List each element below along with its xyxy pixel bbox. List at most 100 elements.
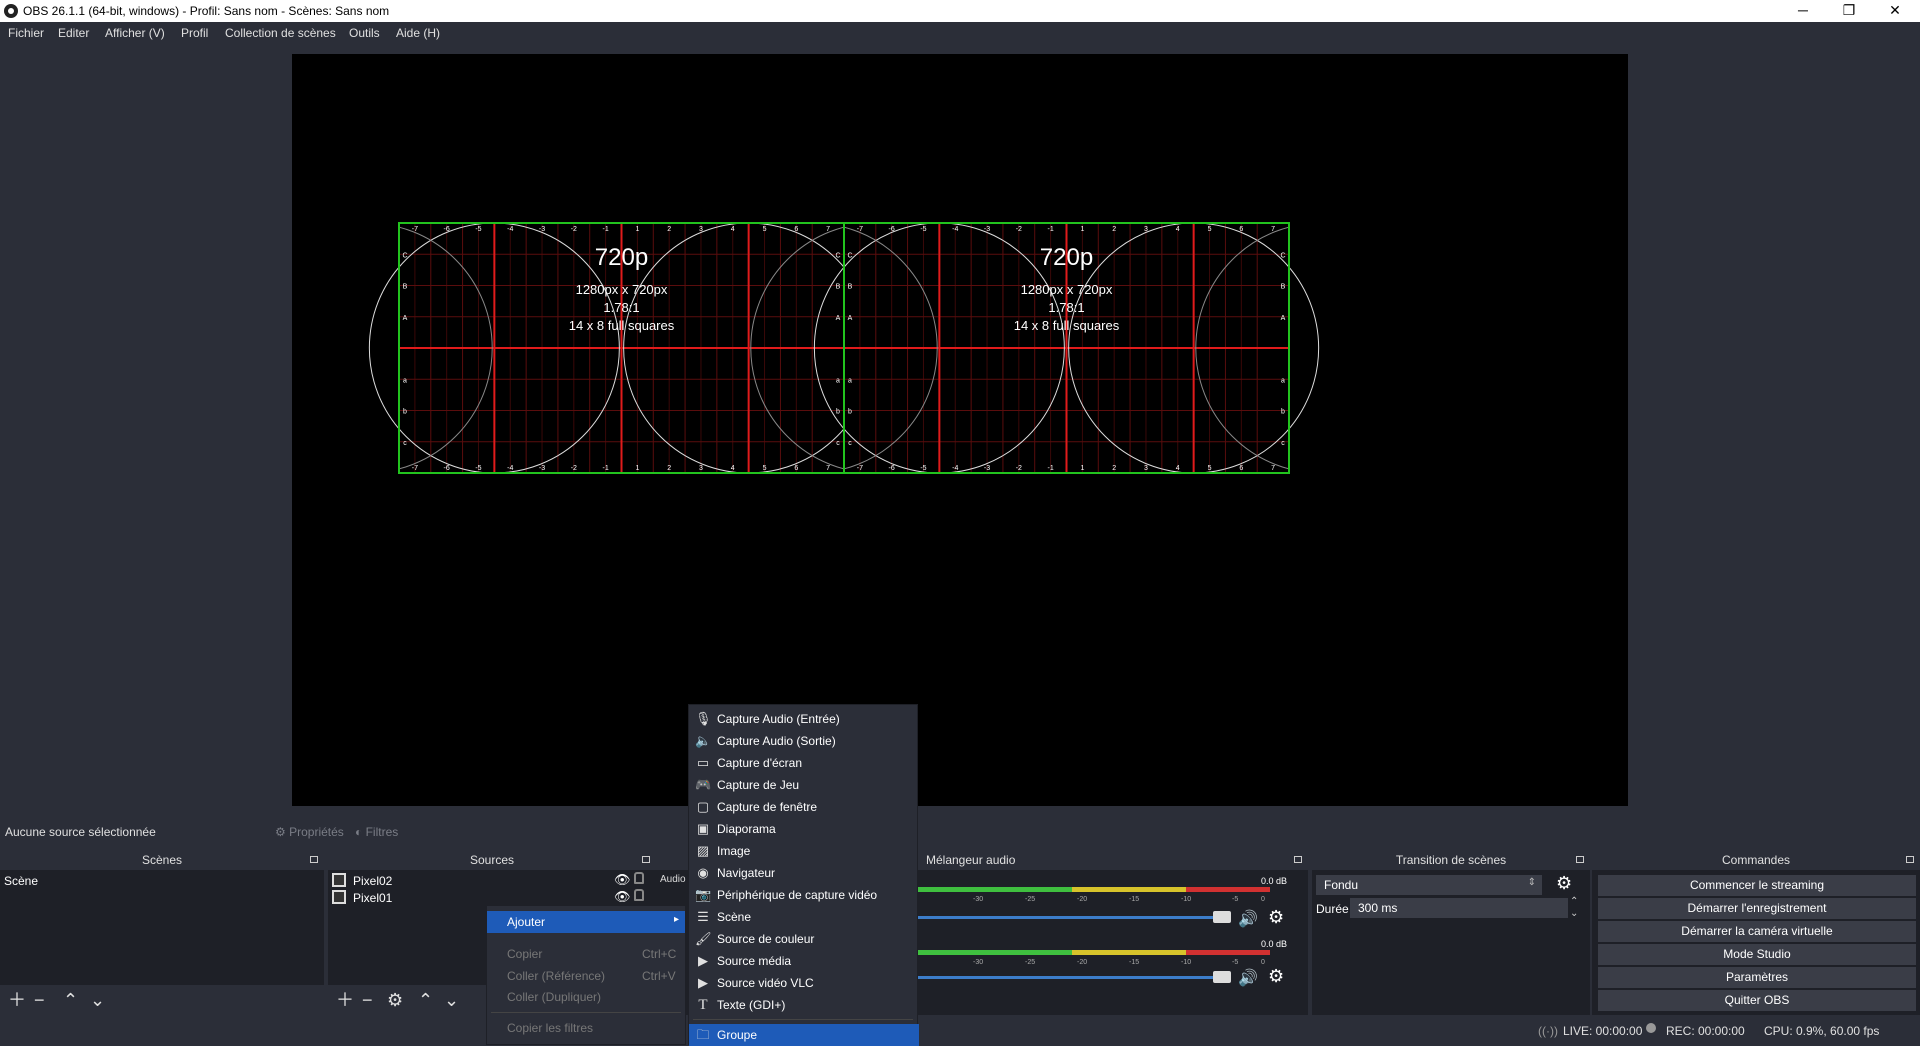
gear-icon[interactable]: ⚙ [1556,873,1572,894]
source-item[interactable]: Pixel01 👁 [332,889,652,906]
settings-button[interactable]: Paramètres [1598,967,1916,988]
start-virtual-camera-button[interactable]: Démarrer la caméra virtuelle [1598,921,1916,942]
speaker-icon[interactable]: 🔊 [1238,909,1258,929]
paste-shortcut: Ctrl+V [642,969,676,983]
menu-scene-collection[interactable]: Collection de scènes [225,26,336,40]
scale-tick: -15 [1129,959,1140,966]
preview-area[interactable]: -7 -7 -6 -6 -5 -5 -4 -4 -3 -3 -2 -2 -1 -1 1 1 2 2 3 3 4 4 5 5 6 6… [0,44,1920,812]
preview-canvas[interactable]: -7 -7 -6 -6 -5 -5 -4 -4 -3 -3 -2 -2 -1 -1 1 1 2 2 3 3 4 4 5 5 6 6… [292,54,1628,806]
add-source-button[interactable]: ＋ [336,991,354,1009]
undock-icon[interactable] [1576,856,1584,863]
duration-stepper[interactable]: ⌃ ⌄ [1570,896,1578,920]
menu-tools[interactable]: Outils [349,26,380,40]
speaker-icon[interactable]: 🔊 [1238,968,1258,988]
start-streaming-button[interactable]: Commencer le streaming [1598,875,1916,896]
minimize-button[interactable]: ─ [1780,0,1826,22]
column-label: 4 [1176,226,1180,233]
menu-bar: Fichier Editer Afficher (V) Profil Colle… [0,22,1920,44]
add-color-source[interactable]: 🖌 Source de couleur [689,928,919,950]
menu-help[interactable]: Aide (H) [396,26,440,40]
lock-icon[interactable] [634,889,644,901]
scale-tick: -10 [1181,959,1192,966]
close-button[interactable]: ✕ [1872,0,1918,22]
copy-menu-item[interactable]: Copier [507,947,542,961]
volume-slider[interactable] [918,916,1226,919]
move-down-icon[interactable]: ⌄ [444,991,459,1009]
volume-slider-handle[interactable] [1213,971,1231,983]
remove-scene-button[interactable]: − [34,991,45,1009]
studio-mode-button[interactable]: Mode Studio [1598,944,1916,965]
submenu-label: Capture de Jeu [717,778,800,792]
gear-icon[interactable]: ⚙ [1268,966,1284,987]
add-vlc-video-source[interactable]: ▶ Source vidéo VLC [689,972,919,994]
properties-button[interactable]: ⚙ Propriétés [275,825,344,839]
start-recording-button[interactable]: Démarrer l'enregistrement [1598,898,1916,919]
scale-tick: 0 [1261,959,1265,966]
menu-profile[interactable]: Profil [181,26,208,40]
column-label: -7 [857,226,863,233]
menu-file[interactable]: Fichier [8,26,44,40]
add-scene[interactable]: ☰ Scène [689,906,919,928]
menu-edit[interactable]: Editer [58,26,89,40]
window-icon: ▢ [696,799,710,814]
column-label: -2 [571,226,577,233]
remove-source-button[interactable]: − [362,991,373,1009]
scene-item[interactable]: Scène [4,874,38,888]
column-label: 7 [826,226,830,233]
add-media-source[interactable]: ▶ Source média [689,950,919,972]
source-item[interactable]: Pixel02 👁 [332,872,652,889]
undock-icon[interactable] [642,856,650,863]
copy-filters-menu-item[interactable]: Copier les filtres [507,1021,593,1035]
row-label: A [1281,315,1286,322]
volume-slider-handle[interactable] [1213,911,1231,923]
visibility-eye-icon[interactable]: 👁 [614,872,631,888]
add-text-gdi[interactable]: T Texte (GDI+) [689,994,919,1016]
filters-button[interactable]: ◐ Filtres [355,825,398,839]
paste-reference-menu-item[interactable]: Coller (Référence) [507,969,605,983]
menu-view[interactable]: Afficher (V) [105,26,165,40]
column-label: -5 [475,465,481,472]
volume-slider[interactable] [918,976,1226,979]
scale-tick: -15 [1129,896,1140,903]
tile-squares: 14 x 8 full squares [569,318,675,333]
column-label: 6 [1239,226,1243,233]
paste-duplicate-menu-item[interactable]: Coller (Dupliquer) [507,990,601,1004]
move-down-icon[interactable]: ⌄ [90,991,105,1009]
chevron-updown-icon: ⇕ [1527,877,1536,888]
move-up-icon[interactable]: ⌃ [63,991,78,1009]
column-label: -1 [602,465,608,472]
undock-icon[interactable] [1294,856,1302,863]
scale-tick: -30 [973,959,984,966]
sources-title: Sources [469,853,515,867]
move-up-icon[interactable]: ⌃ [418,991,433,1009]
exit-button[interactable]: Quitter OBS [1598,990,1916,1011]
maximize-button[interactable]: ❐ [1826,0,1872,22]
duration-input[interactable]: 300 ms [1350,898,1568,918]
add-browser[interactable]: ◉ Navigateur [689,862,919,884]
add-game-capture[interactable]: 🎮 Capture de Jeu [689,774,919,796]
add-audio-input-capture[interactable]: 🎙 Capture Audio (Entrée) [689,708,919,730]
gear-icon[interactable]: ⚙ [1268,907,1284,928]
volume-meter-yellow [1072,887,1186,892]
undock-icon[interactable] [1906,856,1914,863]
column-label: -3 [539,465,545,472]
source-properties-gear-icon[interactable]: ⚙ [387,991,403,1009]
add-window-capture[interactable]: ▢ Capture de fenêtre [689,796,919,818]
column-label: -6 [889,465,895,472]
column-label: 4 [731,226,735,233]
add-display-capture[interactable]: ▭ Capture d'écran [689,752,919,774]
add-audio-output-capture[interactable]: 🔈 Capture Audio (Sortie) [689,730,919,752]
lock-icon[interactable] [634,872,644,884]
add-image[interactable]: ▨ Image [689,840,919,862]
add-video-capture-device[interactable]: 📷 Périphérique de capture vidéo [689,884,919,906]
add-menu-item[interactable]: Ajouter ▸ [487,911,685,933]
audio-tab-label[interactable]: Audio [660,874,686,885]
add-slideshow[interactable]: ▣ Diaporama [689,818,919,840]
column-label: 6 [794,226,798,233]
undock-icon[interactable] [310,856,318,863]
tile-aspect-ratio: 1.78:1 [1048,300,1084,315]
add-group[interactable]: 🗀 Groupe [689,1024,919,1046]
transition-select[interactable]: Fondu ⇕ [1316,875,1542,895]
visibility-eye-icon[interactable]: 👁 [614,889,631,905]
add-scene-button[interactable]: ＋ [8,991,26,1009]
